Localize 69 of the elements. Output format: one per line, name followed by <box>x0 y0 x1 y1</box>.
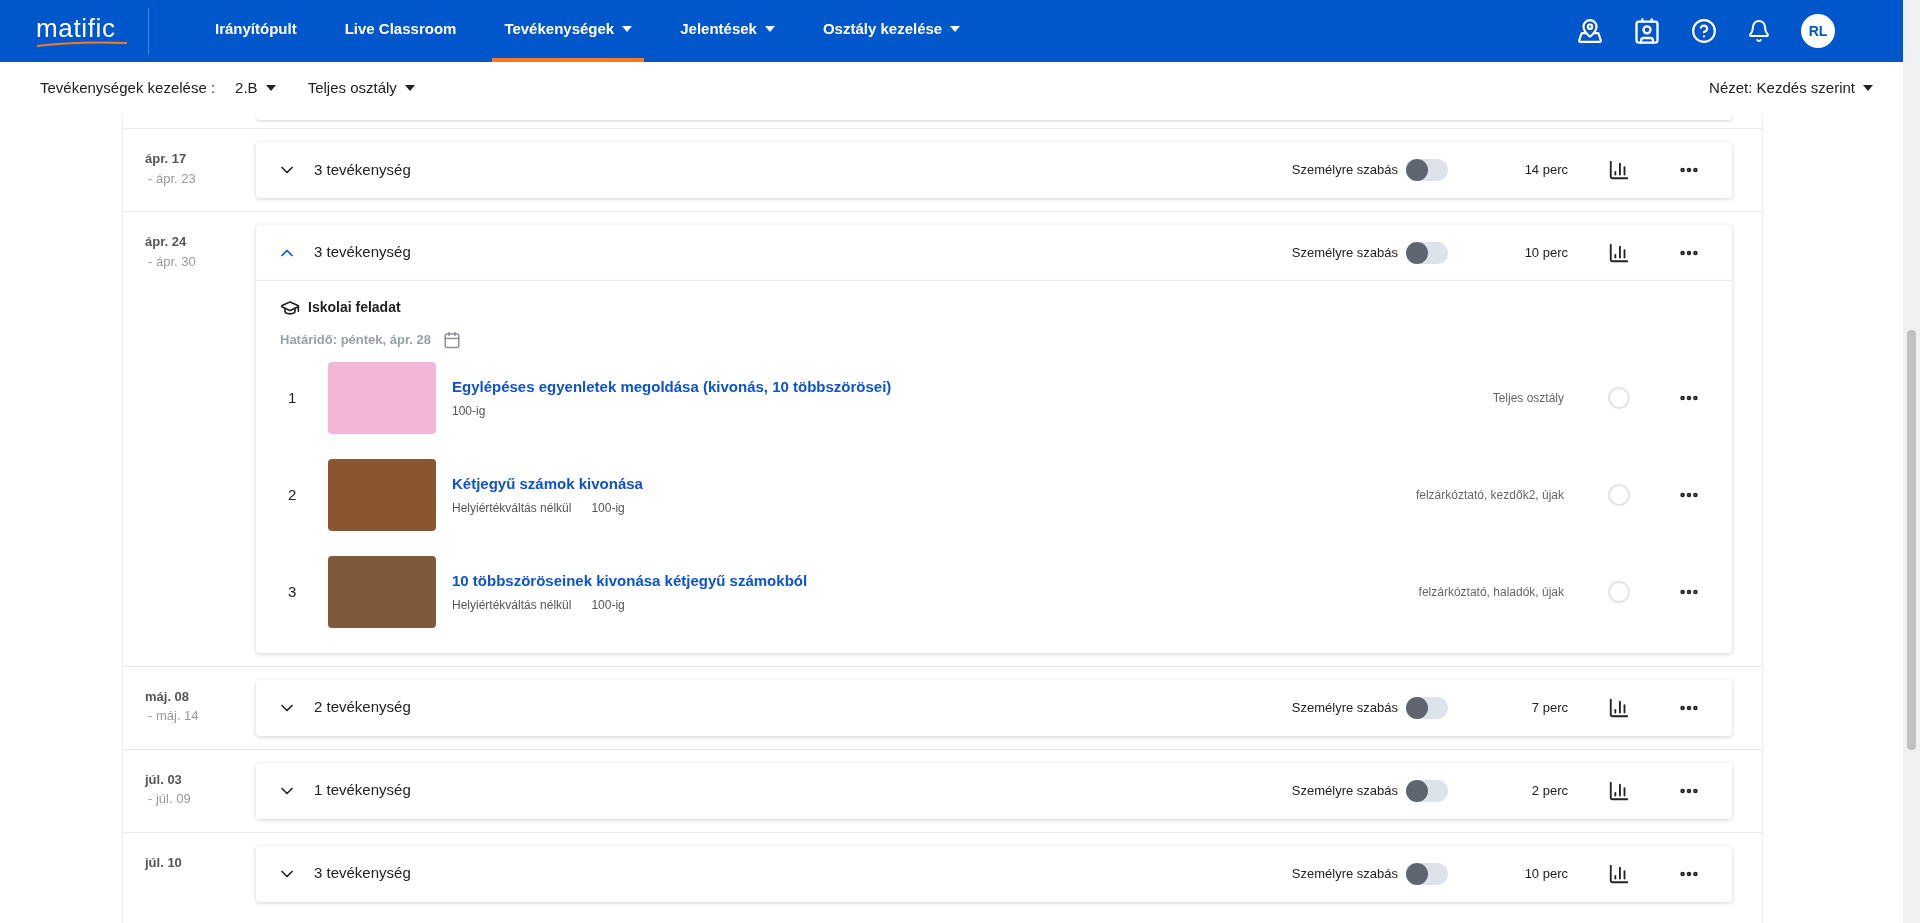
toggle-switch[interactable] <box>1406 696 1448 719</box>
chart-icon[interactable] <box>1608 779 1630 802</box>
week-end-date: - júl. 09 <box>148 790 192 808</box>
activity-tag: 100-ig <box>452 402 486 421</box>
activity-tag: Helyiértékváltás nélkül <box>452 596 572 615</box>
nav-tab[interactable]: Jelentések <box>668 0 787 62</box>
chart-icon[interactable] <box>1608 159 1630 181</box>
week-start-date: ápr. 17 <box>145 150 188 168</box>
nav-tab[interactable]: Osztály kezelése <box>810 0 973 62</box>
activity-count: 3 tevékenység <box>314 242 411 263</box>
activity-tag: 100-ig <box>591 596 625 615</box>
manage-label: Tevékenységek kezelése : <box>40 77 216 98</box>
personalize-label: Személyre szabás <box>1291 781 1398 800</box>
nav-tab[interactable]: Irányítópult <box>203 0 309 62</box>
notifications-icon[interactable] <box>1747 19 1771 43</box>
personalize-label: Személyre szabás <box>1291 698 1398 717</box>
duration: 2 perc <box>1530 781 1568 800</box>
personalize-label: Személyre szabás <box>1291 243 1398 262</box>
class-dropdown[interactable]: 2.B <box>235 76 276 100</box>
duration: 7 perc <box>1530 698 1568 717</box>
help-icon[interactable] <box>1691 18 1717 44</box>
activity-count: 1 tevékenység <box>314 780 411 801</box>
toggle-switch[interactable] <box>1406 241 1448 264</box>
view-dropdown[interactable]: Nézet: Kezdés szerint <box>1709 76 1873 100</box>
caret-icon <box>1863 85 1873 91</box>
nav-tab[interactable]: Live Classroom <box>332 0 469 62</box>
deadline: Határidő: péntek, ápr. 28 <box>280 331 431 349</box>
personalize-label: Személyre szabás <box>1291 161 1398 180</box>
week-start-date: ápr. 24 <box>145 233 188 251</box>
week-end-date: - ápr. 30 <box>148 252 197 271</box>
contact-card-icon[interactable] <box>1633 17 1661 45</box>
duration: 10 perc <box>1523 243 1568 262</box>
toggle-switch[interactable] <box>1406 779 1448 802</box>
logo[interactable]: matific <box>36 15 128 47</box>
chart-icon[interactable] <box>1608 862 1630 885</box>
scrollbar[interactable] <box>1903 0 1920 923</box>
personalize-label: Személyre szabás <box>1291 864 1398 883</box>
activity-tag: 100-ig <box>591 499 625 518</box>
caret-icon <box>404 85 415 91</box>
duration: 10 perc <box>1523 864 1568 883</box>
week-end-date: - ápr. 23 <box>148 169 197 188</box>
chart-icon[interactable] <box>1608 696 1630 719</box>
duration: 14 perc <box>1523 161 1568 180</box>
activity-tag: Helyiértékváltás nélkül <box>452 499 572 518</box>
activity-title-link[interactable]: Kétjegyű számok kivonása <box>452 472 643 496</box>
activity-number: 3 <box>287 581 298 602</box>
week-end-date: - máj. 14 <box>148 707 200 725</box>
caret-icon <box>265 85 276 91</box>
activity-title-link[interactable]: Egylépéses egyenletek megoldása (kivonás, 10 többszörösei) <box>452 375 892 399</box>
activity-number: 2 <box>287 484 298 505</box>
toggle-switch[interactable] <box>1406 159 1448 181</box>
chart-icon[interactable] <box>1608 241 1630 264</box>
group-dropdown[interactable]: Teljes osztály <box>307 76 415 100</box>
week-start-date: júl. 03 <box>145 770 183 789</box>
calendar-icon[interactable] <box>443 330 461 349</box>
activity-count: 3 tevékenység <box>314 159 411 180</box>
activity-number: 1 <box>287 387 298 408</box>
activity-title-link[interactable]: 10 többszöröseinek kivonása kétjegyű számokból <box>452 569 808 593</box>
assignees: felzárkóztató, kezdők2, újak <box>1415 487 1564 504</box>
week-start-date: máj. 08 <box>145 687 191 706</box>
assignees: felzárkóztató, haladók, újak <box>1418 584 1564 601</box>
section-title: Iskolai feladat <box>308 298 401 317</box>
week-start-date: júl. 10 <box>145 853 183 872</box>
map-icon[interactable] <box>1577 18 1603 44</box>
toggle-switch[interactable] <box>1406 862 1448 885</box>
avatar[interactable]: RL <box>1801 14 1835 48</box>
assignees: Teljes osztály <box>1492 390 1564 407</box>
activity-count: 3 tevékenység <box>314 863 411 884</box>
activity-count: 2 tevékenység <box>314 697 411 718</box>
